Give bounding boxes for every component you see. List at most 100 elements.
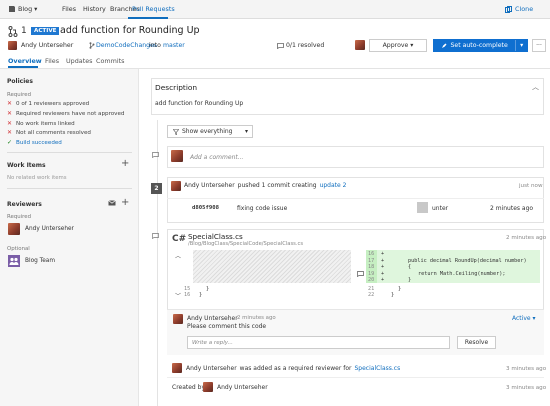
nav-files[interactable]: Files xyxy=(62,5,76,13)
add-comment-input[interactable]: Add a comment... xyxy=(190,154,243,161)
file-name[interactable]: SpecialClass.cs xyxy=(188,232,243,241)
update-link[interactable]: update 2 xyxy=(320,182,347,189)
push-author-avatar xyxy=(171,181,181,191)
thread-time: 2 minutes ago xyxy=(506,235,547,241)
collapse-chevron-icon[interactable]: ︿ xyxy=(532,82,539,92)
add-reviewer-button[interactable]: + xyxy=(121,197,129,208)
expand-down-chevron-icon[interactable]: ﹀ xyxy=(175,291,181,300)
diff-added-block xyxy=(366,250,540,283)
push-divider xyxy=(167,198,544,199)
comment-add-icon xyxy=(152,152,159,158)
user-avatar xyxy=(171,150,183,162)
description-card xyxy=(151,78,544,115)
code-line: return Math.Ceiling(number); xyxy=(418,270,506,277)
thread-status-dropdown[interactable]: Active ▾ xyxy=(512,315,535,322)
tab-updates[interactable]: Updates xyxy=(66,57,92,65)
inline-comment-icon[interactable] xyxy=(357,271,364,277)
active-tab-indicator xyxy=(128,17,168,19)
fail-icon: ✕ xyxy=(7,110,13,117)
code-line: } xyxy=(391,292,395,298)
more-actions-button[interactable]: ··· xyxy=(532,39,546,52)
commit-time: 2 minutes ago xyxy=(490,205,534,212)
reviewers-required-label: Required xyxy=(7,214,31,220)
reviewer-avatar xyxy=(8,223,20,235)
policies-title: Policies xyxy=(7,78,33,85)
clone-button[interactable]: Clone xyxy=(505,5,533,13)
diff-mark: + xyxy=(381,257,385,264)
status-badge: ACTIVE xyxy=(31,27,60,35)
project-picker[interactable]: Blog ▾ xyxy=(18,5,37,13)
comment-text: Please comment this code xyxy=(187,323,267,330)
comment-thread-icon xyxy=(152,233,159,239)
csharp-file-icon: C# xyxy=(172,234,187,244)
pr-id: 1 xyxy=(21,26,27,36)
filter-dropdown[interactable]: Show everything ▾ xyxy=(167,125,253,138)
repo-icon xyxy=(8,5,16,13)
tab-overview[interactable]: Overview xyxy=(8,57,42,65)
line-number: 17 xyxy=(368,257,375,264)
committer-name: unter xyxy=(432,205,449,212)
created-time: 3 minutes ago xyxy=(506,385,547,391)
reply-input[interactable]: Write a reply... xyxy=(187,336,450,349)
line-number: 22 xyxy=(368,292,375,298)
diff-mark: + xyxy=(381,251,385,257)
push-summary: Andy Unterseher pushed 1 commit creating… xyxy=(184,182,347,189)
diff-mark: + xyxy=(381,277,385,283)
sidebar-divider xyxy=(7,152,132,153)
policy-item: ✕ No work items linked xyxy=(7,120,75,127)
auto-complete-dropdown[interactable]: ▾ xyxy=(515,40,527,51)
comment-time: 2 minutes ago xyxy=(237,315,276,321)
check-icon: ✓ xyxy=(7,139,13,146)
description-title: Description xyxy=(155,83,198,92)
tab-files[interactable]: Files xyxy=(45,57,59,65)
page-title: add function for Rounding Up xyxy=(60,25,200,36)
tab-commits[interactable]: Commits xyxy=(96,57,124,65)
set-auto-complete-button[interactable]: Set auto-complete ▾ xyxy=(433,39,528,52)
pr-author[interactable]: Andy Unterseher xyxy=(21,42,73,49)
line-number: 20 xyxy=(368,277,375,283)
resolve-button[interactable]: Resolve xyxy=(457,336,496,349)
creator-name[interactable]: Andy Unterseher xyxy=(217,384,268,391)
fail-icon: ✕ xyxy=(7,100,13,107)
rocket-icon xyxy=(441,43,447,49)
policy-item: ✕ 0 of 1 reviewers approved xyxy=(7,100,90,107)
comment-author-avatar xyxy=(173,314,183,324)
commit-message[interactable]: fixing code issue xyxy=(237,205,287,212)
fail-icon: ✕ xyxy=(7,120,13,127)
line-number: 18 xyxy=(368,264,375,270)
policy-item-build[interactable]: ✓ Build succeeded xyxy=(7,139,62,146)
code-line: } xyxy=(398,286,402,292)
update-badge: 2 xyxy=(151,183,162,194)
code-line: } xyxy=(408,277,412,283)
into-label: into xyxy=(149,42,161,49)
commit-id[interactable]: d805f908 xyxy=(192,205,219,211)
mail-icon[interactable] xyxy=(108,200,116,206)
work-items-title: Work Items xyxy=(7,162,46,169)
top-nav: Blog ▾ Files History Branches Pull Reque… xyxy=(0,0,550,19)
comment-author[interactable]: Andy Unterseher xyxy=(187,315,238,322)
work-items-empty: No related work items xyxy=(7,175,67,181)
policy-item: ✕ Not all comments resolved xyxy=(7,129,91,136)
target-branch-link[interactable]: master xyxy=(163,42,185,49)
code-line: public decimal RoundUp(decimal number) xyxy=(408,257,527,264)
author-avatar xyxy=(8,41,17,50)
description-body: add function for Rounding Up xyxy=(155,100,244,107)
comment-icon xyxy=(277,43,284,49)
add-work-item-button[interactable]: + xyxy=(121,158,129,169)
reviewer-name-team[interactable]: Blog Team xyxy=(25,258,55,264)
reviewers-optional-label: Optional xyxy=(7,246,30,252)
nav-history[interactable]: History xyxy=(83,5,106,13)
policy-item: ✕ Required reviewers have not approved xyxy=(7,110,125,117)
source-branch-link[interactable]: DemoCodeChanges xyxy=(96,42,157,49)
fail-icon: ✕ xyxy=(7,129,13,136)
file-path: /Blog/BlogClass/SpecialCode/SpecialClass… xyxy=(188,241,304,247)
reviewer-name[interactable]: Andy Unterseher xyxy=(25,226,74,232)
expand-up-chevron-icon[interactable]: ︿ xyxy=(175,251,181,260)
reviewers-title: Reviewers xyxy=(7,201,42,208)
nav-pull-requests[interactable]: Pull Requests xyxy=(132,5,175,13)
pull-request-icon xyxy=(8,26,18,37)
event-time: 3 minutes ago xyxy=(506,366,547,372)
approve-button[interactable]: Approve ▾ xyxy=(369,39,427,52)
file-link[interactable]: SpecialClass.cs xyxy=(355,365,401,372)
team-avatar xyxy=(8,255,20,267)
